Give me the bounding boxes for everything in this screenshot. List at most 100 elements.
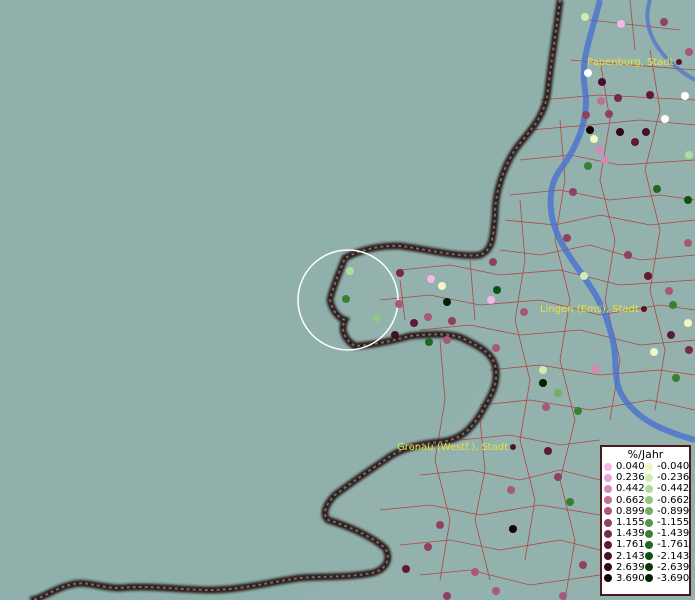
legend-entry: -0.040 xyxy=(645,461,689,472)
legend-value: 0.662 xyxy=(616,494,645,506)
legend-title: %/Jahr xyxy=(627,448,664,461)
station-marker xyxy=(586,126,594,134)
legend-swatch-icon xyxy=(645,518,653,527)
city-marker-icon xyxy=(510,444,517,450)
station-marker xyxy=(391,331,399,339)
legend-value: 0.442 xyxy=(616,483,645,495)
legend-entry: 0.442 xyxy=(604,483,645,494)
station-marker xyxy=(684,239,692,247)
legend-value: -0.899 xyxy=(657,505,690,517)
city-label-lingen[interactable]: Lingen (Ems), Stadt xyxy=(540,304,647,315)
station-marker xyxy=(598,78,606,86)
station-marker xyxy=(685,346,693,354)
station-marker xyxy=(402,565,410,573)
station-marker xyxy=(471,568,479,576)
legend-swatch-icon xyxy=(645,473,653,482)
legend-entry: -1.761 xyxy=(645,539,689,550)
station-marker xyxy=(579,561,587,569)
legend-swatch-icon xyxy=(645,462,653,471)
station-marker xyxy=(669,301,677,309)
legend-entry: -0.899 xyxy=(645,506,689,517)
station-marker xyxy=(569,188,577,196)
legend-swatch-icon xyxy=(645,552,653,561)
station-marker xyxy=(554,389,562,397)
legend-swatch-icon xyxy=(604,484,612,493)
legend-value: 2.143 xyxy=(616,550,645,562)
station-marker xyxy=(487,296,495,304)
station-marker xyxy=(584,69,592,77)
legend-value: 0.899 xyxy=(616,505,645,517)
city-marker-icon xyxy=(640,306,647,312)
legend-value: -2.639 xyxy=(657,561,690,573)
station-marker xyxy=(539,379,547,387)
legend-swatch-icon xyxy=(604,574,612,583)
station-marker xyxy=(617,20,625,28)
station-marker xyxy=(595,146,603,154)
city-marker-icon xyxy=(675,59,682,65)
legend-swatch-icon xyxy=(645,507,653,516)
legend-swatch-icon xyxy=(645,484,653,493)
legend-entry: -2.639 xyxy=(645,562,689,573)
station-marker xyxy=(520,308,528,316)
station-marker xyxy=(580,272,588,280)
legend-entry: 1.761 xyxy=(604,539,645,550)
legend-swatch-icon xyxy=(604,473,612,482)
city-name: Papenburg, Stadt xyxy=(587,57,674,68)
map-canvas[interactable] xyxy=(0,0,695,600)
legend-value: 1.439 xyxy=(616,528,645,540)
station-marker xyxy=(601,156,609,164)
legend-swatch-icon xyxy=(604,563,612,572)
legend-entry: 2.143 xyxy=(604,551,645,562)
legend-value: 1.155 xyxy=(616,517,645,529)
legend-value: -0.662 xyxy=(657,494,690,506)
city-label-gronau[interactable]: Gronau (Westf.), Stadt xyxy=(397,442,517,453)
station-marker xyxy=(489,258,497,266)
legend-entry: 0.662 xyxy=(604,495,645,506)
legend-swatch-icon xyxy=(645,540,653,549)
station-marker xyxy=(672,374,680,382)
station-marker xyxy=(492,587,500,595)
city-label-papenburg[interactable]: Papenburg, Stadt xyxy=(587,57,682,68)
station-marker xyxy=(507,486,515,494)
legend-swatch-icon xyxy=(604,507,612,516)
station-marker xyxy=(542,403,550,411)
station-marker xyxy=(346,267,354,275)
legend-swatch-icon xyxy=(604,529,612,538)
station-marker xyxy=(685,151,693,159)
station-marker xyxy=(493,286,501,294)
legend-entry: -1.439 xyxy=(645,528,689,539)
station-marker xyxy=(425,338,433,346)
legend-swatch-icon xyxy=(604,462,612,471)
station-marker xyxy=(592,365,600,373)
station-marker xyxy=(544,447,552,455)
legend-entry: 0.899 xyxy=(604,506,645,517)
legend-value: 0.236 xyxy=(616,472,645,484)
station-marker xyxy=(584,162,592,170)
legend-value: -0.236 xyxy=(657,472,690,484)
station-marker xyxy=(342,295,350,303)
station-marker xyxy=(590,135,598,143)
legend-value: 1.761 xyxy=(616,539,645,551)
legend-swatch-icon xyxy=(604,496,612,505)
station-marker xyxy=(448,317,456,325)
legend-entry: 3.690 xyxy=(604,573,645,584)
legend-increase-column: 0.040 0.236 0.442 0.662 0.899 1.155 1.439 1.761… xyxy=(604,461,645,584)
station-marker xyxy=(605,110,613,118)
city-name: Lingen (Ems), Stadt xyxy=(540,304,639,315)
legend-swatch-icon xyxy=(645,574,653,583)
station-marker xyxy=(438,282,446,290)
station-marker xyxy=(566,498,574,506)
station-marker xyxy=(492,344,500,352)
station-marker xyxy=(554,473,562,481)
station-marker xyxy=(424,313,432,321)
legend-entry: -3.690 xyxy=(645,573,689,584)
legend-entry: -0.662 xyxy=(645,495,689,506)
station-marker xyxy=(624,251,632,259)
station-marker xyxy=(410,319,418,327)
legend-swatch-icon xyxy=(645,563,653,572)
station-marker xyxy=(396,269,404,277)
station-marker xyxy=(427,275,435,283)
legend-entry: -0.442 xyxy=(645,483,689,494)
legend-entry: 0.040 xyxy=(604,461,645,472)
legend-entry: 1.155 xyxy=(604,517,645,528)
